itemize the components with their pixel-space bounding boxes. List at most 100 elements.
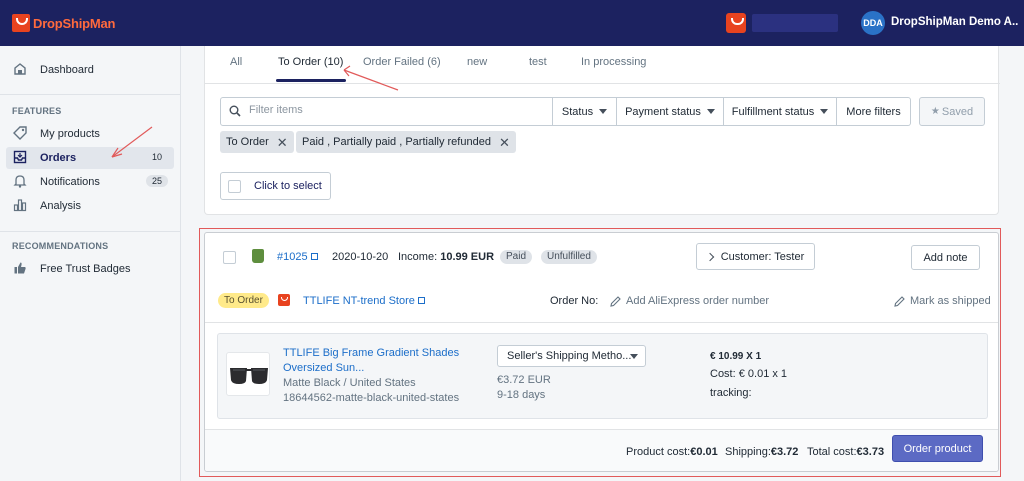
shipping-days: 9-18 days <box>497 389 546 401</box>
sidebar-item-notifications[interactable]: Notifications 25 <box>6 171 174 193</box>
caret-down-icon <box>820 109 829 114</box>
order-number-link[interactable]: #1025 <box>277 251 318 263</box>
shipping-label: Shipping: <box>725 446 771 458</box>
product-title-link[interactable]: TTLIFE Big Frame Gradient Shades Oversiz… <box>283 346 473 376</box>
shipping-method-select[interactable]: Seller's Shipping Metho... <box>497 345 646 367</box>
tab-new[interactable]: new <box>467 56 487 68</box>
product-variant: Matte Black / United States <box>283 377 416 389</box>
recommendations-title: RECOMMENDATIONS <box>12 241 109 251</box>
order-number: #1025 <box>277 251 308 263</box>
order-income: Income: 10.99 EUR <box>398 251 494 263</box>
star-icon: ★ <box>930 106 940 117</box>
close-icon[interactable]: ✕ <box>277 136 288 149</box>
more-filters-button[interactable]: More filters <box>837 97 911 126</box>
sidebar-item-label: Notifications <box>40 176 100 188</box>
to-order-badge: To Order <box>218 293 269 308</box>
order-checkbox[interactable] <box>223 251 236 264</box>
thumbs-up-icon <box>12 261 28 277</box>
total-cost: Total cost:€3.73 <box>807 446 884 458</box>
caret-down-icon <box>630 354 638 359</box>
select-all-checkbox[interactable] <box>228 179 241 193</box>
sidebar-item-analysis[interactable]: Analysis <box>6 195 174 217</box>
divider <box>205 83 1000 84</box>
external-link-icon <box>417 297 425 304</box>
orders-filter-card: All To Order (10) Order Failed (6) new t… <box>204 46 1000 215</box>
tab-to-order[interactable]: To Order (10) <box>278 56 343 68</box>
order-header-row: #1025 2020-10-20 Income: 10.99 EUR Paid … <box>205 233 998 281</box>
search-icon <box>229 105 241 117</box>
sidebar-item-label: Free Trust Badges <box>40 263 131 275</box>
button-label: Click to select <box>254 180 322 192</box>
income-value: 10.99 EUR <box>440 251 495 263</box>
order-footer: Product cost:€0.01 Shipping:€3.72 Total … <box>205 429 998 471</box>
sidebar-item-my-products[interactable]: My products <box>6 123 174 145</box>
tab-test[interactable]: test <box>529 56 547 68</box>
payment-status-badge: Paid <box>500 250 533 264</box>
sidebar-item-free-trust-badges[interactable]: Free Trust Badges <box>6 258 174 280</box>
tab-in-processing[interactable]: In processing <box>581 56 646 68</box>
sidebar-item-label: Analysis <box>40 200 81 212</box>
button-label: Status <box>561 105 594 118</box>
button-label: Payment status <box>625 105 701 118</box>
store-name[interactable]: DropShipMan Demo A... <box>891 16 1019 28</box>
price-quantity: € 10.99 X 1 <box>710 351 762 362</box>
sidebar-item-orders[interactable]: Orders 10 <box>6 147 174 169</box>
shopping-bag-icon <box>12 14 30 32</box>
avatar[interactable]: DDA <box>861 11 885 35</box>
pencil-icon <box>610 296 621 307</box>
mark-as-shipped-link[interactable]: Mark as shipped <box>910 295 991 307</box>
divider <box>0 231 181 232</box>
filter-chip-payment: Paid , Partially paid , Partially refund… <box>296 131 516 153</box>
product-cost-line: Cost: € 0.01 x 1 <box>710 368 788 380</box>
button-label: Customer: Tester <box>720 250 805 263</box>
payment-status-filter-button[interactable]: Payment status <box>617 97 724 126</box>
product-cost-label: Product cost: <box>626 446 691 458</box>
button-label: Fulfillment status <box>731 105 815 118</box>
shopify-icon <box>252 249 264 263</box>
aliexpress-store-icon <box>278 294 290 306</box>
sidebar-item-label: Orders <box>40 152 77 164</box>
app-logo[interactable]: DropShipMan <box>12 14 115 32</box>
sidebar-item-label: My products <box>40 128 100 140</box>
tag-icon <box>12 126 28 142</box>
order-product-button[interactable]: Order product <box>892 435 983 462</box>
caret-down-icon <box>599 109 608 114</box>
product-thumbnail[interactable] <box>226 352 270 396</box>
total-label: Total cost: <box>807 446 857 458</box>
total-value: €3.73 <box>856 446 885 458</box>
click-to-select-button[interactable]: Click to select <box>220 172 331 200</box>
search-input[interactable] <box>249 104 539 116</box>
tab-all[interactable]: All <box>230 56 242 68</box>
tab-order-failed[interactable]: Order Failed (6) <box>363 56 441 68</box>
inbox-icon <box>12 150 28 166</box>
notifications-count-badge: 25 <box>145 175 168 187</box>
line-item: TTLIFE Big Frame Gradient Shades Oversiz… <box>217 333 988 419</box>
filter-chip-to-order: To Order ✕ <box>220 131 294 153</box>
add-note-button[interactable]: Add note <box>911 245 980 270</box>
chip-label: Paid , Partially paid , Partially refund… <box>302 136 491 148</box>
fulfillment-status-filter-button[interactable]: Fulfillment status <box>724 97 837 126</box>
status-filter-button[interactable]: Status <box>553 97 617 126</box>
redacted-account <box>752 14 838 32</box>
aliexpress-icon[interactable] <box>726 13 746 33</box>
filter-search-field[interactable] <box>220 97 553 126</box>
order-no-label: Order No: <box>550 295 599 307</box>
fulfillment-status-badge: Unfulfilled <box>541 250 597 264</box>
order-date: 2020-10-20 <box>332 251 389 263</box>
sidebar: Dashboard FEATURES My products Orders 10… <box>0 46 181 481</box>
active-tab-indicator <box>276 79 346 82</box>
bar-chart-icon <box>12 198 28 214</box>
home-icon <box>12 62 28 78</box>
customer-button[interactable]: Customer: Tester <box>696 243 815 270</box>
divider <box>0 94 181 95</box>
sidebar-item-label: Dashboard <box>40 64 94 76</box>
sidebar-item-dashboard[interactable]: Dashboard <box>6 59 174 81</box>
add-aliexpress-order-link[interactable]: Add AliExpress order number <box>626 295 769 307</box>
product-cost-value: €0.01 <box>690 446 718 458</box>
supplier-store-link[interactable]: TTLIFE NT-trend Store <box>303 295 425 307</box>
features-title: FEATURES <box>12 106 62 116</box>
sunglasses-image <box>230 368 268 384</box>
income-label: Income: <box>398 251 438 263</box>
close-icon[interactable]: ✕ <box>499 136 510 149</box>
saved-button[interactable]: ★ Saved <box>919 97 985 126</box>
